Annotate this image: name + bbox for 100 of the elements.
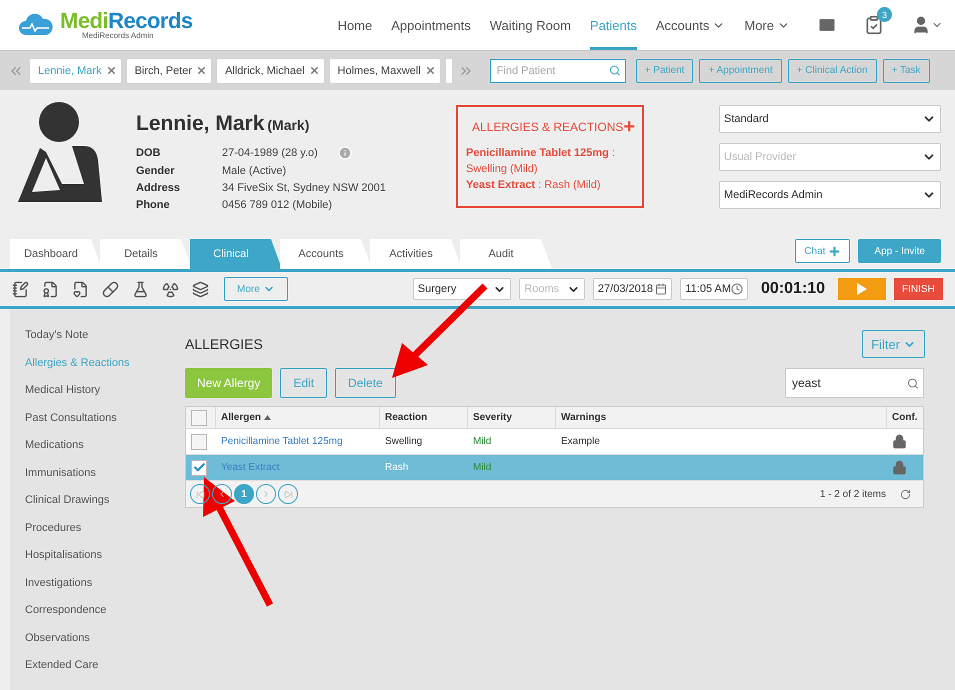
column-header[interactable]: Conf.: [887, 407, 923, 428]
detail-label: DOB: [136, 147, 162, 159]
table-cell-text: Yeast Extract: [220, 461, 281, 475]
allergy-card-title: ALLERGIES & REACTIONS: [472, 120, 624, 134]
table-row[interactable]: Penicillamine Tablet 125mg Swelling Mild Example: [186, 429, 923, 455]
info-icon[interactable]: [338, 146, 352, 160]
tasks-icon[interactable]: [864, 15, 884, 35]
column-header[interactable]: Reaction: [380, 407, 468, 428]
sidebar-item[interactable]: Immunisations: [25, 466, 185, 481]
nav-link[interactable]: Waiting Room: [490, 0, 571, 50]
timer: 00:01:10: [761, 280, 826, 298]
finish-button[interactable]: FINISH: [894, 278, 943, 300]
patient-chip[interactable]: Birch, Peter: [126, 58, 212, 82]
detail-label: Gender: [136, 165, 176, 177]
play-icon: [856, 283, 867, 295]
sidebar-item[interactable]: Correspondence: [25, 604, 185, 618]
section-title: ALLERGIES: [185, 336, 263, 352]
patient-chip[interactable]: Alldrick, Michael: [217, 58, 324, 82]
record-tab[interactable]: Accounts: [280, 239, 372, 269]
sidebar-item[interactable]: Investigations: [25, 576, 185, 591]
search-input[interactable]: yeast: [790, 375, 908, 391]
sidebar-item[interactable]: Hospitalisations: [25, 549, 185, 564]
cloud-logo-icon: [18, 13, 54, 37]
dropdown-select[interactable]: MediRecords Admin: [719, 181, 941, 209]
pill-icon[interactable]: [102, 280, 119, 298]
patient-chip[interactable]: Holmes, Maxwell: [330, 58, 440, 82]
search-icon: [608, 64, 621, 77]
sidebar-item[interactable]: Past Consultations: [25, 412, 185, 426]
column-header[interactable]: Severity: [468, 407, 556, 428]
allergy-summary: Yeast Extract : Rash (Mild): [466, 178, 602, 193]
calendar-icon[interactable]: [655, 283, 668, 295]
time-field[interactable]: 11:05 AM: [680, 278, 748, 300]
column-header[interactable]: Allergen: [216, 407, 380, 428]
detail-value: Male (Active): [222, 165, 286, 177]
table-cell-text: Mild: [472, 435, 492, 449]
checkbox[interactable]: [191, 434, 207, 450]
close-icon[interactable]: [308, 65, 320, 76]
search-icon: [907, 376, 919, 390]
table-cell-text: Rash: [384, 461, 410, 475]
sidebar-item[interactable]: Procedures: [25, 522, 185, 536]
close-icon[interactable]: [424, 65, 436, 76]
sidebar-item[interactable]: Extended Care: [25, 659, 185, 674]
notepad-icon[interactable]: [12, 280, 29, 298]
close-icon[interactable]: [196, 65, 208, 76]
notification-badge: 3: [877, 7, 892, 22]
detail-value: 27-04-1989 (28 y.o): [222, 147, 318, 159]
checkbox[interactable]: [191, 460, 207, 476]
plus-icon: [828, 244, 842, 258]
refresh-icon[interactable]: [900, 488, 911, 500]
radiation-icon[interactable]: [162, 280, 179, 298]
add-button[interactable]: +: [623, 117, 636, 137]
table-cell-text: Penicillamine Tablet 125mg: [220, 435, 344, 449]
logo-text: MediRecords: [60, 10, 193, 32]
allergy-summary: Penicillamine Tablet 125mg : Swelling (Mild): [466, 146, 616, 177]
sidebar-item[interactable]: Clinical Drawings: [25, 494, 185, 508]
sidebar-item[interactable]: Medications: [25, 439, 185, 454]
document-heart-icon[interactable]: [72, 280, 89, 298]
chip-edge: [446, 58, 452, 82]
nav-link[interactable]: Appointments: [391, 0, 471, 50]
sidebar-item[interactable]: Medical History: [25, 384, 185, 398]
search-field[interactable]: Find Patient: [490, 58, 626, 82]
sidebar-item[interactable]: Today's Note: [25, 329, 185, 344]
lock-icon: [892, 434, 907, 449]
lock-icon: [892, 460, 907, 475]
record-tab[interactable]: Dashboard: [10, 239, 102, 269]
close-icon[interactable]: [106, 65, 117, 76]
table-cell-text: Mild: [472, 461, 492, 475]
last-page-button[interactable]: [278, 484, 298, 504]
checkbox[interactable]: [191, 410, 207, 426]
nav-link[interactable]: Accounts: [656, 0, 726, 50]
sort-up-icon: [264, 415, 272, 420]
last-page-icon: [284, 490, 292, 498]
record-tab[interactable]: Activities: [370, 239, 462, 269]
table-cell-text: Example: [560, 435, 601, 449]
nav-link[interactable]: Home: [338, 0, 372, 50]
document-badge-icon[interactable]: [42, 280, 59, 298]
sidebar-item[interactable]: Observations: [25, 632, 185, 646]
detail-value: 0456 789 012 (Mobile): [222, 199, 332, 211]
location-select[interactable]: Surgery: [412, 278, 512, 300]
nav-link[interactable]: More: [744, 0, 790, 50]
preferred-name: (Mark): [267, 117, 310, 133]
patient-name: Lennie, Mark: [136, 112, 264, 136]
arrowhead-icon: [202, 476, 236, 518]
record-tab[interactable]: Audit: [460, 239, 552, 269]
dropdown-select[interactable]: Standard: [719, 105, 941, 133]
record-tab[interactable]: Details: [100, 239, 192, 269]
table-cell-text: Swelling: [384, 435, 424, 449]
next-page-button[interactable]: [256, 484, 276, 504]
flask-icon[interactable]: [132, 280, 149, 298]
clock-icon[interactable]: [731, 283, 744, 295]
date-field[interactable]: 27/03/2018: [592, 278, 672, 300]
pager-summary: 1 - 2 of 2 items: [820, 488, 886, 500]
stack-icon[interactable]: [192, 280, 209, 298]
first-page-icon: [196, 490, 204, 498]
logo-subtitle: MediRecords Admin: [82, 32, 155, 40]
column-header[interactable]: Warnings: [556, 407, 887, 428]
search-field[interactable]: yeast: [785, 368, 924, 398]
detail-label: Phone: [136, 199, 171, 211]
detail-value: 34 FiveSix St, Sydney NSW 2001: [222, 182, 386, 194]
search-input[interactable]: Find Patient: [494, 64, 609, 78]
